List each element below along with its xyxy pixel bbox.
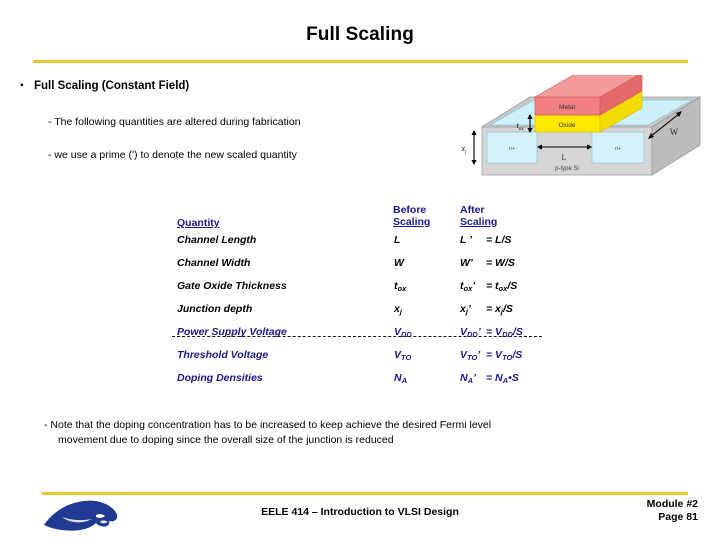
- bullet-main: ▪ Full Scaling (Constant Field): [20, 79, 450, 93]
- footer-course-label: EELE 414 – Introduction to VLSI Design: [261, 506, 459, 518]
- footer-divider: [42, 492, 688, 495]
- bullet-main-label: Full Scaling (Constant Field): [34, 80, 190, 92]
- row-quantity: Channel Length: [177, 234, 257, 246]
- row-after-rhs: = tox/S: [486, 280, 518, 293]
- row-after-rhs: = VTO/S: [486, 349, 523, 362]
- row-after: L ’ = L/S: [460, 234, 511, 246]
- row-quantity: Threshold Voltage: [177, 349, 269, 361]
- table-row: Junction depth xj xj’ = xj/S: [176, 303, 576, 326]
- row-after-lhs: NA’: [460, 372, 476, 385]
- row-after-rhs: = L/S: [486, 234, 512, 246]
- figure-label-oxide: Oxide: [559, 122, 576, 129]
- row-after-lhs: L ’: [460, 234, 473, 246]
- mosfet-3d-diagram: Metal Oxide n+ n+ p-type Si tox L W xj: [452, 75, 704, 190]
- row-after: VTO’ = VTO/S: [460, 349, 523, 362]
- row-after-lhs: xj’: [460, 303, 471, 316]
- row-quantity: Doping Densities: [177, 372, 263, 384]
- row-after-lhs: VDD’: [460, 326, 481, 339]
- table-header-row: Quantity Before Scaling After Scaling: [176, 200, 576, 234]
- note-line-2: movement due to doping since the overall…: [58, 434, 394, 446]
- row-after-rhs: = VDD/S: [486, 326, 523, 339]
- row-before: NA: [394, 372, 408, 385]
- table-row: Doping Densities NA NA’ = NA•S: [176, 372, 576, 395]
- row-before: xj: [394, 303, 402, 316]
- note-block: - Note that the doping concentration has…: [44, 418, 704, 448]
- row-after-rhs: = W/S: [486, 257, 515, 269]
- table-row: Channel Width W W’ = W/S: [176, 257, 576, 280]
- row-after-lhs: tox’: [460, 280, 476, 293]
- footer-page-label: Page 81: [658, 511, 698, 523]
- row-before: VDD: [394, 326, 412, 339]
- note-line-1: - Note that the doping concentration has…: [44, 419, 492, 431]
- row-after-rhs: = xj/S: [486, 303, 513, 316]
- page-title: Full Scaling: [306, 24, 414, 45]
- table-row: Power Supply Voltage VDD VDD’ = VDD/S: [176, 326, 576, 349]
- row-after: NA’ = NA•S: [460, 372, 519, 385]
- column-header-after-scaling: After Scaling: [460, 204, 498, 228]
- row-after-lhs: W’: [460, 257, 473, 269]
- row-after-rhs: = NA•S: [486, 372, 519, 385]
- row-before: VTO: [394, 349, 412, 362]
- sub-bullet-1: - The following quantities are altered d…: [48, 116, 301, 128]
- column-header-before-scaling: Before Scaling: [393, 204, 431, 228]
- footer-module-label: Module #2: [646, 498, 698, 510]
- row-after: W’ = W/S: [460, 257, 515, 269]
- row-after: VDD’ = VDD/S: [460, 326, 523, 339]
- figure-label-width: W: [670, 127, 679, 137]
- figure-label-substrate: p-type Si: [555, 166, 579, 172]
- table-row: Channel Length L L ’ = L/S: [176, 234, 576, 257]
- table-row: Gate Oxide Thickness tox tox’ = tox/S: [176, 280, 576, 303]
- figure-label-xj: xj: [461, 144, 468, 155]
- row-quantity: Junction depth: [177, 303, 253, 315]
- column-header-quantity: Quantity: [177, 217, 220, 229]
- sub-bullet-2: - we use a prime (') to denote the new s…: [48, 149, 297, 161]
- row-quantity: Power Supply Voltage: [177, 326, 287, 338]
- row-after: xj’ = xj/S: [460, 303, 513, 316]
- figure-label-length: L: [562, 153, 567, 162]
- row-quantity: Gate Oxide Thickness: [177, 280, 287, 292]
- row-quantity: Channel Width: [177, 257, 251, 269]
- row-before: tox: [394, 280, 407, 293]
- row-before: L: [394, 234, 401, 246]
- scaling-table: Quantity Before Scaling After Scaling Ch…: [172, 200, 576, 395]
- footer-module-page: Module #2 Page 81: [647, 498, 698, 524]
- row-before: W: [394, 257, 404, 269]
- bullet-marker-icon: ▪: [20, 80, 24, 91]
- slide-root: Full Scaling ▪ Full Scaling (Constant Fi…: [0, 0, 720, 540]
- row-after: tox’ = tox/S: [460, 280, 518, 293]
- figure-label-metal: Metal: [559, 104, 575, 111]
- title-divider: [33, 60, 688, 63]
- figure-label-nplus-left: n+: [509, 146, 515, 152]
- figure-label-nplus-right: n+: [615, 146, 621, 152]
- table-row: Threshold Voltage VTO VTO’ = VTO/S: [176, 349, 576, 372]
- row-after-lhs: VTO’: [460, 349, 481, 362]
